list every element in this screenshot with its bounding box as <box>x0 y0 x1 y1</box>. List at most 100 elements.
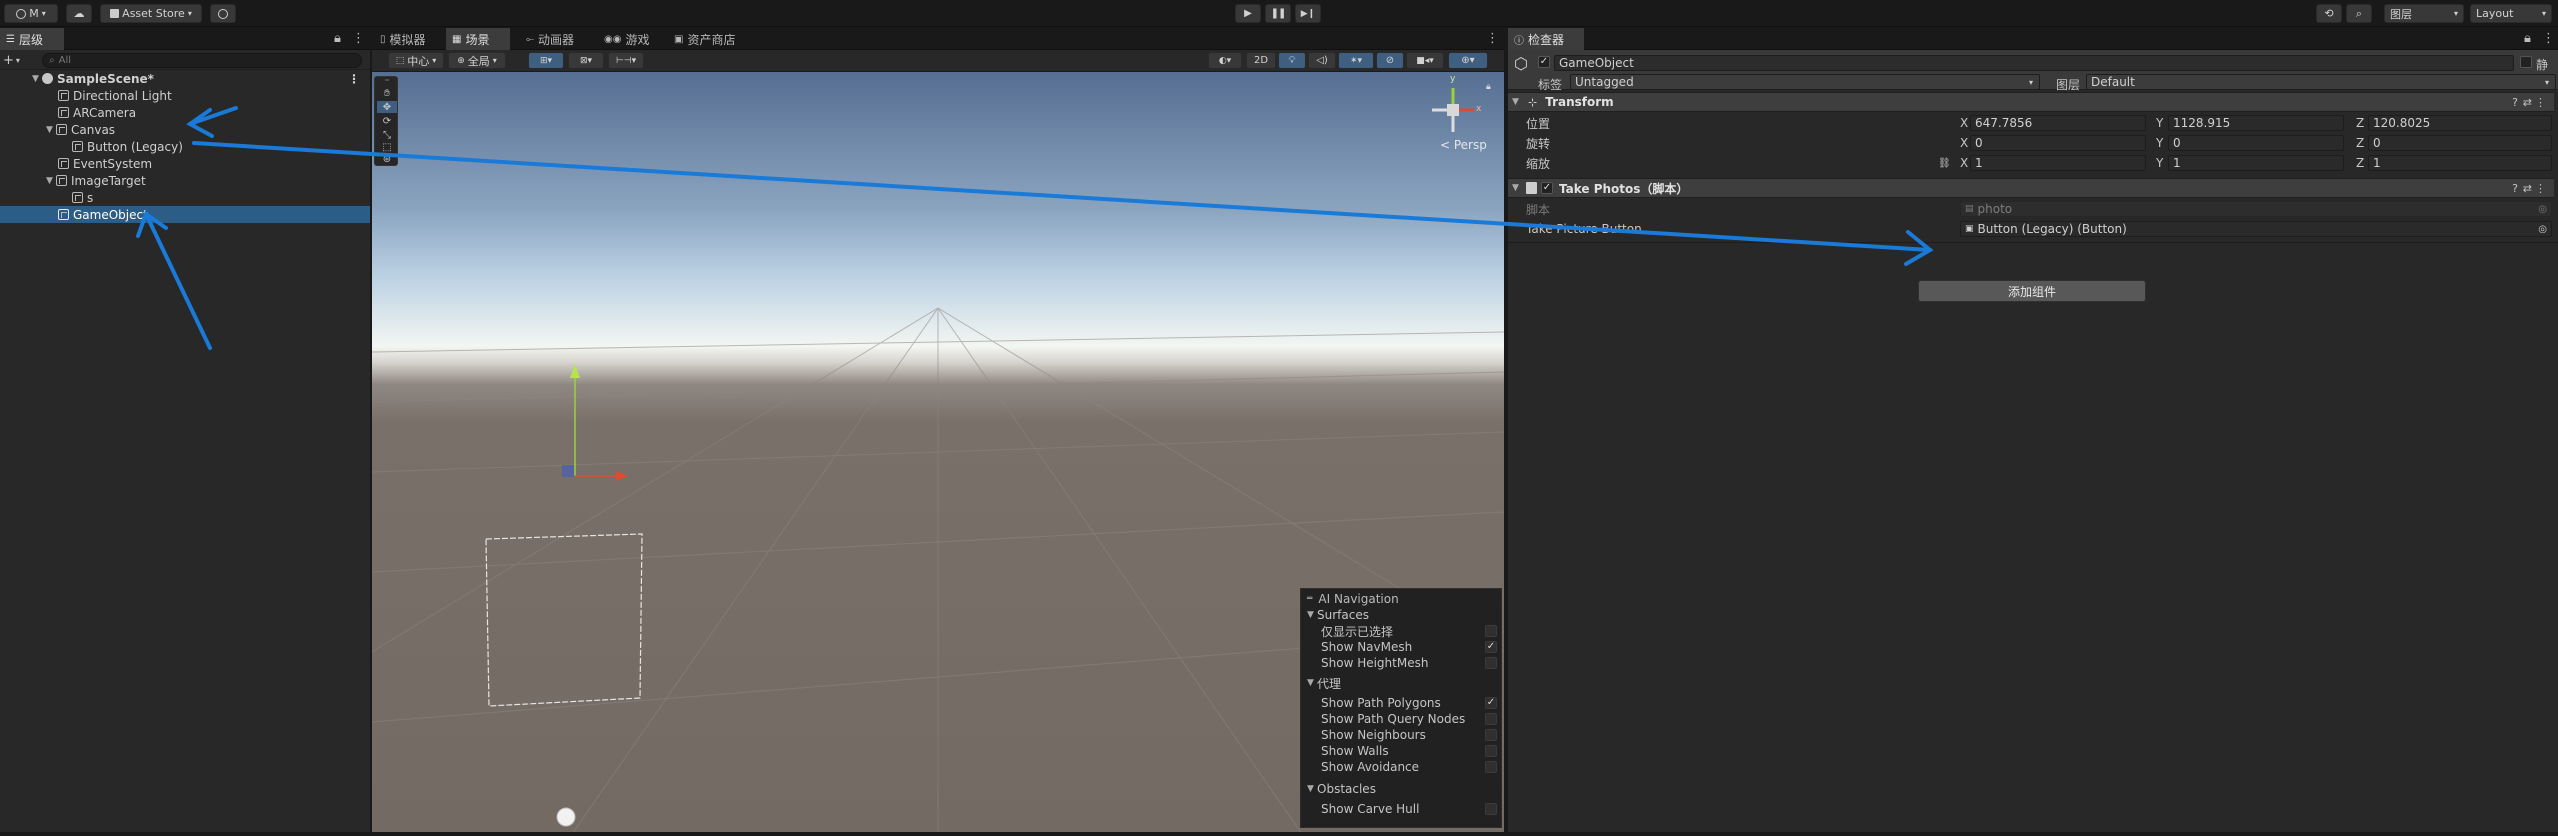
object-name-input[interactable]: GameObject <box>1554 55 2514 71</box>
option-checkbox[interactable] <box>1485 657 1497 669</box>
drag-handle-icon[interactable]: ═ <box>375 77 399 84</box>
toggle-2d-button[interactable]: 2D <box>1246 52 1276 69</box>
increment-snap-toggle[interactable]: ⊠▾ <box>568 52 604 69</box>
target-icon[interactable]: ◎ <box>2538 224 2547 235</box>
more-icon[interactable]: ⋮ <box>352 31 365 46</box>
hierarchy-row-scene[interactable]: ▼ SampleScene* ⋮ <box>0 70 370 87</box>
component-enabled-checkbox[interactable]: ✓ <box>1541 182 1553 194</box>
option-checkbox[interactable]: ✓ <box>1485 697 1497 709</box>
effects-dropdown[interactable]: ✶▾ <box>1338 52 1374 69</box>
cloud-button[interactable]: ☁ <box>66 4 92 23</box>
asset-store-dropdown[interactable]: Asset Store ▾ <box>100 4 202 23</box>
link-icon[interactable]: ⛓︎ <box>1938 158 1951 169</box>
undo-history-button[interactable]: ⟲ <box>2316 4 2342 23</box>
position-z-input[interactable]: 120.8025 <box>2368 115 2552 131</box>
rotation-x-input[interactable]: 0 <box>1970 135 2146 151</box>
rect-tool-button[interactable]: ⬚ <box>377 141 397 153</box>
option-checkbox[interactable]: ✓ <box>1485 641 1497 653</box>
align-toggle[interactable]: ⊢⊣▾ <box>608 52 644 69</box>
take-picture-button-field[interactable]: ▣ Button (Legacy) (Button) ◎ <box>1960 221 2552 237</box>
tab-asset-store[interactable]: ▣ 资产商店 <box>668 28 754 50</box>
help-icon[interactable]: ? <box>2512 96 2518 109</box>
tab-game[interactable]: ◉◉ 游戏 <box>598 28 660 50</box>
gizmos-dropdown[interactable]: ⊕▾ <box>1448 52 1488 69</box>
nav-option-row[interactable]: Show Carve Hull <box>1301 801 1503 817</box>
space-dropdown[interactable]: ⊕ 全局 ▾ <box>448 52 506 69</box>
nav-option-row[interactable]: Show NavMesh ✓ <box>1301 639 1503 655</box>
section-agents-header[interactable]: ▼ 代理 <box>1301 675 1503 691</box>
lock-icon[interactable]: 🔒︎ <box>1486 82 1491 92</box>
option-checkbox[interactable] <box>1485 713 1497 725</box>
hand-tool-button[interactable]: ✋︎ <box>377 87 397 99</box>
scale-y-input[interactable]: 1 <box>2168 155 2344 171</box>
projection-label[interactable]: < Persp <box>1440 138 1487 152</box>
preset-icon[interactable]: ⇄ <box>2523 96 2532 109</box>
layer-dropdown[interactable]: Default ▾ <box>2086 74 2556 90</box>
scale-tool-button[interactable]: ⤡ <box>377 129 397 141</box>
grid-snap-toggle[interactable]: ⊞▾ <box>528 52 564 69</box>
static-checkbox[interactable] <box>2520 56 2532 68</box>
hierarchy-row-eventsystem[interactable]: EventSystem <box>0 155 370 172</box>
tab-scene[interactable]: ▦ 场景 <box>446 28 510 50</box>
orientation-gizmo[interactable]: y x 🔒︎ < Persp <box>1412 74 1494 158</box>
option-checkbox[interactable] <box>1485 761 1497 773</box>
pivot-dropdown[interactable]: ⬚ 中心 ▾ <box>388 52 444 69</box>
transform-header[interactable]: ▼ ⊹ Transform ? ⇄ ⋮ <box>1508 92 2554 112</box>
option-checkbox[interactable] <box>1485 803 1497 815</box>
lock-icon[interactable]: 🔒︎ <box>334 31 341 46</box>
position-x-input[interactable]: 647.7856 <box>1970 115 2146 131</box>
preset-icon[interactable]: ⇄ <box>2523 182 2532 195</box>
nav-option-row[interactable]: Show Avoidance <box>1301 759 1503 775</box>
nav-option-row[interactable]: Show Path Polygons ✓ <box>1301 695 1503 711</box>
tab-hierarchy[interactable]: ☰ 层级 <box>0 28 64 50</box>
take-photos-header[interactable]: ▼ ✓ Take Photos（脚本） ? ⇄ ⋮ <box>1508 178 2554 198</box>
more-icon[interactable]: ⋮ <box>2535 182 2546 195</box>
option-checkbox[interactable] <box>1485 745 1497 757</box>
transform-tool-button[interactable]: ⊛ <box>377 153 397 165</box>
position-y-input[interactable]: 1128.915 <box>2168 115 2344 131</box>
tag-dropdown[interactable]: Untagged ▾ <box>1570 74 2040 90</box>
more-icon[interactable]: ⋮ <box>1486 31 1499 46</box>
rotation-y-input[interactable]: 0 <box>2168 135 2344 151</box>
hidden-objects-toggle[interactable]: ⊘ <box>1376 52 1404 69</box>
nav-option-row[interactable]: Show Neighbours <box>1301 727 1503 743</box>
more-icon[interactable]: ⋮ <box>2542 31 2555 46</box>
search-button[interactable]: ⌕ <box>2346 4 2372 23</box>
hierarchy-row-s[interactable]: s <box>0 189 370 206</box>
help-icon[interactable]: ? <box>2512 182 2518 195</box>
move-tool-button[interactable]: ✥ <box>377 101 397 113</box>
play-button[interactable]: ▶ <box>1235 4 1261 23</box>
more-icon[interactable]: ⋮ <box>348 72 360 86</box>
nav-option-row[interactable]: Show Walls <box>1301 743 1503 759</box>
option-checkbox[interactable] <box>1485 729 1497 741</box>
hierarchy-search-input[interactable]: ⌕ All <box>42 53 362 68</box>
scale-x-input[interactable]: 1 <box>1970 155 2146 171</box>
rotate-tool-button[interactable]: ⟳ <box>377 115 397 127</box>
create-button[interactable]: + ▾ <box>3 53 33 68</box>
nav-option-row[interactable]: 仅显示已选择 <box>1301 623 1503 639</box>
hierarchy-row-imagetarget[interactable]: ▼ ImageTarget <box>0 172 370 189</box>
active-checkbox[interactable]: ✓ <box>1538 56 1550 68</box>
layers-dropdown[interactable]: 图层 ▾ <box>2384 4 2464 23</box>
camera-dropdown[interactable]: ■◂▾ <box>1406 52 1444 69</box>
hierarchy-row-canvas[interactable]: ▼ Canvas <box>0 121 370 138</box>
option-checkbox[interactable] <box>1485 625 1497 637</box>
section-surfaces-header[interactable]: ▼ Surfaces <box>1301 607 1503 623</box>
pause-button[interactable]: ❚❚ <box>1265 4 1291 23</box>
lighting-toggle[interactable]: 💡︎ <box>1278 52 1306 69</box>
hierarchy-row-gameobject[interactable]: GameObject <box>0 206 370 223</box>
section-obstacles-header[interactable]: ▼ Obstacles <box>1301 781 1503 797</box>
draw-mode-dropdown[interactable]: ◐▾ <box>1208 52 1242 69</box>
version-control-button[interactable] <box>210 4 236 23</box>
hierarchy-row-arcamera[interactable]: ARCamera <box>0 104 370 121</box>
rotation-z-input[interactable]: 0 <box>2368 135 2552 151</box>
hierarchy-row-directional-light[interactable]: Directional Light <box>0 87 370 104</box>
account-dropdown[interactable]: M ▾ <box>4 4 58 23</box>
tab-inspector[interactable]: ⓘ 检查器 <box>1508 28 1584 50</box>
layout-dropdown[interactable]: Layout ▾ <box>2470 4 2552 23</box>
audio-toggle[interactable]: ◁) <box>1308 52 1336 69</box>
nav-option-row[interactable]: Show HeightMesh <box>1301 655 1503 671</box>
lock-icon[interactable]: 🔒︎ <box>2524 31 2531 46</box>
overlay-title-bar[interactable]: ═ AI Navigation <box>1301 591 1503 607</box>
more-icon[interactable]: ⋮ <box>2535 96 2546 109</box>
